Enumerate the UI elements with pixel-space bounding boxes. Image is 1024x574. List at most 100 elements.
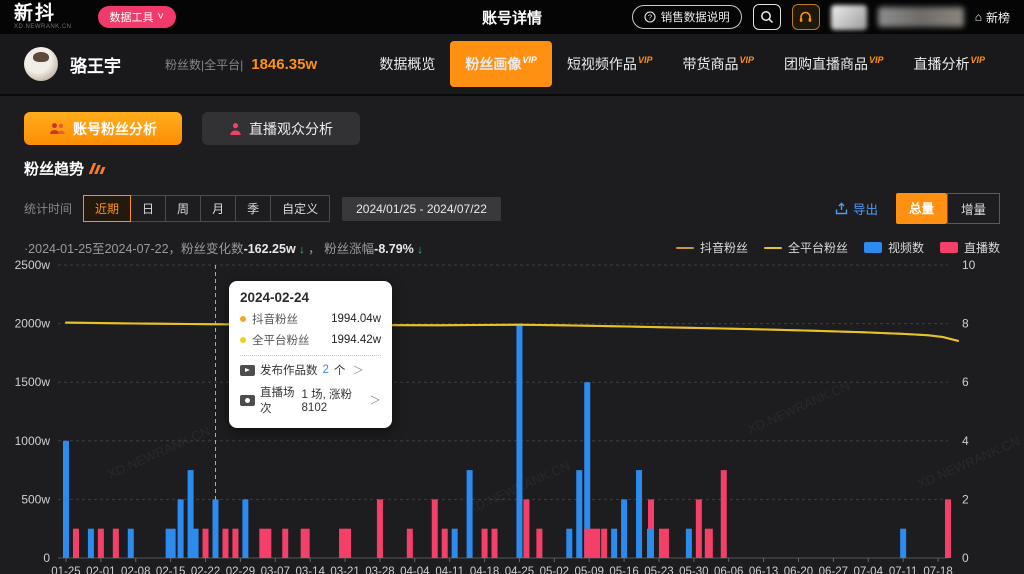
tooltip-live-link[interactable]: 直播场次 1 场, 涨粉 8102 ＞ [240, 384, 381, 416]
legend-item-抖音粉丝[interactable]: 抖音粉丝 [676, 239, 748, 256]
x-tick-label: 04-25 [505, 566, 534, 574]
time-filter-周[interactable]: 周 [165, 195, 201, 222]
live-count-bar[interactable] [282, 529, 288, 558]
legend-item-直播数[interactable]: 直播数 [940, 239, 1000, 256]
vip-badge: VIP [970, 55, 985, 65]
live-count-bar[interactable] [482, 529, 488, 558]
live-count-bar[interactable] [203, 529, 209, 558]
data-tools-button[interactable]: 数据工具 ˅ [98, 6, 176, 28]
live-count-bar[interactable] [945, 499, 951, 558]
live-count-bar[interactable] [705, 529, 713, 558]
video-count-bar[interactable] [576, 470, 582, 558]
time-filter-日[interactable]: 日 [130, 195, 166, 222]
video-count-bar[interactable] [178, 499, 184, 558]
video-count-bar[interactable] [63, 441, 69, 558]
time-filter-近期[interactable]: 近期 [83, 195, 131, 222]
date-range-picker[interactable]: 2024/01/25 - 2024/07/22 [342, 197, 501, 221]
live-count-bar[interactable] [659, 529, 669, 558]
video-count-bar[interactable] [611, 529, 617, 558]
account-tab-2[interactable]: 短视频作品VIP [552, 41, 668, 87]
video-count-bar[interactable] [88, 529, 94, 558]
subtab-account-fans-analysis[interactable]: 账号粉丝分析 [24, 112, 182, 145]
main-content: 账号粉丝分析 直播观众分析 粉丝趋势 统计时间 近期日周月季自定义 2024/0… [0, 96, 1024, 574]
live-count-bar[interactable] [407, 529, 413, 558]
customer-service-button[interactable] [792, 4, 820, 30]
legend-label: 直播数 [964, 239, 1000, 256]
live-count-bar[interactable] [584, 529, 600, 558]
live-count-bar[interactable] [113, 529, 119, 558]
right-axis-label: 0 [962, 551, 969, 565]
live-count-bar[interactable] [492, 529, 498, 558]
tooltip-value: 1994.04w [331, 313, 381, 325]
legend-item-全平台粉丝[interactable]: 全平台粉丝 [764, 239, 848, 256]
top-bar: 新抖 XD.NEWRANK.CN 数据工具 ˅ 账号详情 ? 销售数据说明 [0, 0, 1024, 34]
account-tab-4[interactable]: 团购直播商品VIP [769, 41, 899, 87]
decline-arrow-icon: ↓ [299, 244, 305, 256]
video-count-bar[interactable] [621, 499, 627, 558]
live-count-bar[interactable] [232, 529, 238, 558]
video-count-bar[interactable] [516, 324, 522, 558]
live-count-bar[interactable] [696, 499, 702, 558]
video-count-bar[interactable] [566, 529, 572, 558]
subtab-live-audience-analysis[interactable]: 直播观众分析 [202, 112, 360, 145]
live-count-bar[interactable] [523, 499, 529, 558]
account-tab-3[interactable]: 带货商品VIP [667, 41, 769, 87]
video-count-bar[interactable] [166, 529, 176, 558]
filter-row: 统计时间 近期日周月季自定义 2024/01/25 - 2024/07/22 导… [24, 193, 1000, 224]
tooltip-works-link[interactable]: 发布作品数 2 个 ＞ [240, 362, 381, 378]
mode-total-button[interactable]: 总量 [896, 193, 947, 224]
live-count-bar[interactable] [601, 529, 607, 558]
x-tick-label: 07-11 [889, 566, 918, 574]
live-count-bar[interactable] [339, 529, 351, 558]
account-tab-0[interactable]: 数据概览 [364, 41, 450, 87]
live-count-bar[interactable] [536, 529, 542, 558]
live-count-bar[interactable] [98, 529, 104, 558]
video-count-bar[interactable] [900, 529, 906, 558]
account-tab-5[interactable]: 直播分析VIP [898, 41, 1000, 87]
summary-change-label: 粉丝变化数 [181, 242, 244, 256]
export-button[interactable]: 导出 [835, 199, 878, 218]
platform-fans-line[interactable] [66, 323, 958, 341]
video-count-bar[interactable] [467, 470, 473, 558]
mode-delta-button[interactable]: 增量 [947, 193, 1000, 224]
user-avatar[interactable] [831, 5, 867, 30]
video-count-bar[interactable] [452, 529, 458, 558]
export-label: 导出 [853, 199, 878, 218]
search-button[interactable] [753, 4, 781, 30]
account-tab-1[interactable]: 粉丝画像VIP [450, 41, 552, 87]
live-count-bar[interactable] [377, 499, 383, 558]
live-count-bar[interactable] [432, 499, 438, 558]
tooltip-date: 2024-02-24 [240, 290, 381, 305]
analysis-subtabs: 账号粉丝分析 直播观众分析 [24, 112, 1000, 145]
newrank-home-link[interactable]: ⌂ 新榜 [975, 9, 1010, 26]
live-count-bar[interactable] [301, 529, 310, 558]
x-tick-label: 05-23 [644, 566, 673, 574]
video-count-bar[interactable] [193, 529, 199, 558]
live-count-bar[interactable] [442, 529, 448, 558]
video-count-bar[interactable] [128, 529, 134, 558]
time-filter-季[interactable]: 季 [235, 195, 271, 222]
live-count-bar[interactable] [259, 529, 271, 558]
x-tick-label: 04-04 [400, 566, 430, 574]
live-count-bar[interactable] [222, 529, 228, 558]
video-count-bar[interactable] [242, 499, 248, 558]
x-tick-label: 07-04 [854, 566, 884, 574]
live-count-bar[interactable] [73, 529, 79, 558]
video-count-bar[interactable] [636, 470, 642, 558]
account-tab-label: 直播分析 [913, 54, 969, 74]
video-count-bar[interactable] [647, 529, 653, 558]
x-tick-label: 03-21 [330, 566, 359, 574]
app-logo[interactable]: 新抖 XD.NEWRANK.CN [14, 4, 72, 30]
vip-badge: VIP [638, 55, 653, 65]
account-avatar[interactable] [24, 47, 58, 81]
live-count-bar[interactable] [721, 470, 727, 558]
time-filter-月[interactable]: 月 [200, 195, 236, 222]
sales-data-info-button[interactable]: ? 销售数据说明 [632, 5, 742, 29]
video-count-bar[interactable] [686, 529, 692, 558]
legend-item-视频数[interactable]: 视频数 [864, 239, 924, 256]
account-name: 骆王宇 [70, 52, 121, 77]
video-count-bar[interactable] [212, 499, 218, 558]
time-filter-自定义[interactable]: 自定义 [270, 195, 330, 222]
right-axis-label: 8 [962, 317, 969, 331]
video-camera-icon [240, 365, 255, 376]
